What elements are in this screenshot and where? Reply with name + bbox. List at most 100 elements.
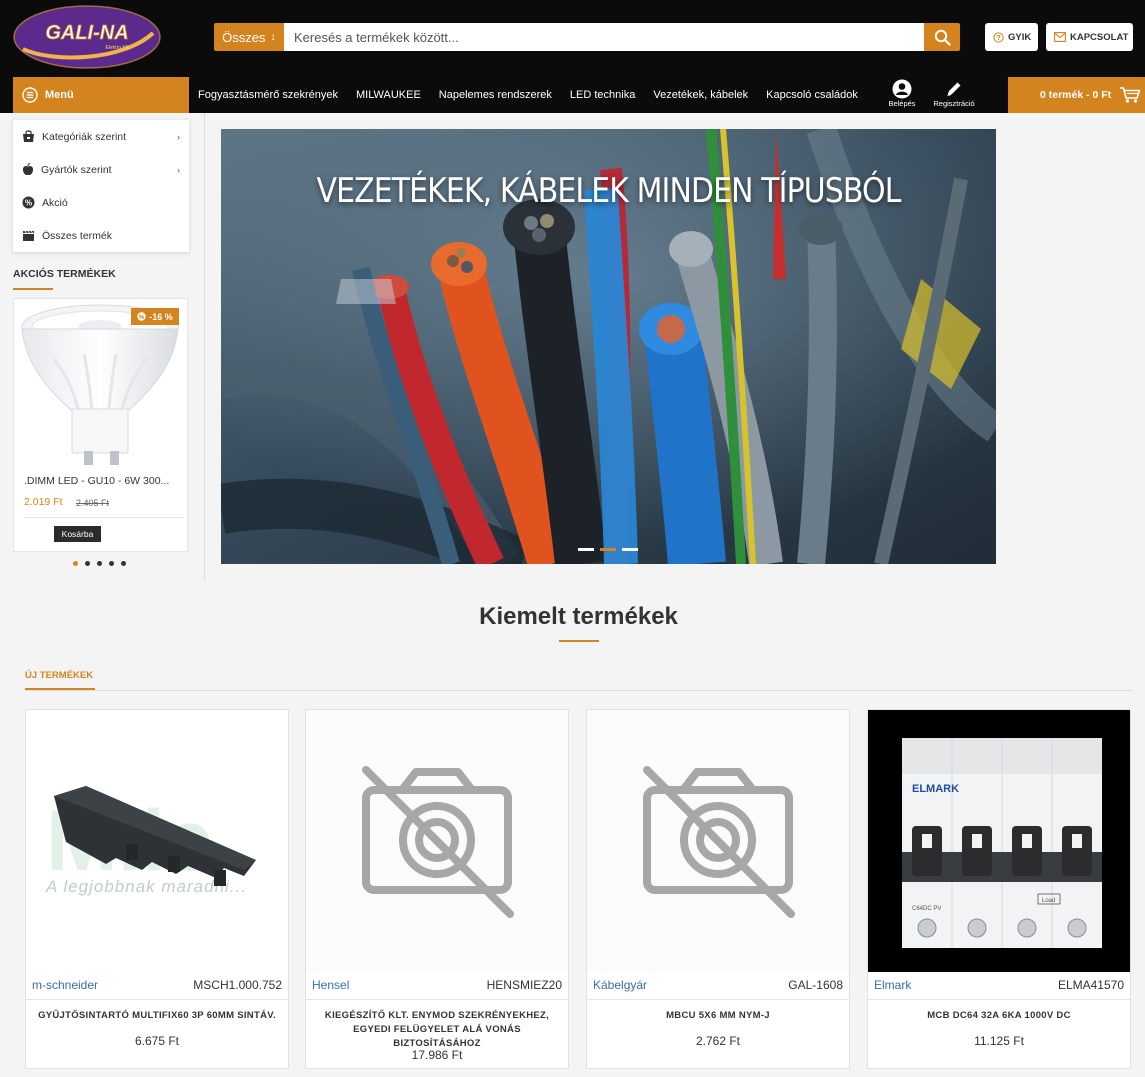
discount-label: -16 % (149, 311, 173, 322)
nav-link-solar[interactable]: Napelemes rendszerek (439, 89, 552, 101)
faq-button[interactable]: ? GYIK (985, 23, 1038, 51)
carousel-dot[interactable] (85, 561, 90, 566)
faq-label: GYIK (1008, 31, 1032, 43)
main-nav: Menü Fogyasztásmérő szekrények MILWAUKEE… (0, 77, 1145, 113)
product-brand[interactable]: Kábelgyár (593, 978, 647, 992)
menu-item-label: Akció (42, 196, 68, 209)
circuit-breaker-image: ELMARK C64DC PV Load (868, 710, 1130, 972)
product-name[interactable]: MBCU 5X6 MM NYM-J (593, 1009, 843, 1023)
carousel-dot[interactable] (109, 561, 114, 566)
search-icon (934, 29, 951, 46)
register-button[interactable]: Regisztráció (928, 79, 980, 113)
login-button[interactable]: Belépés (884, 79, 920, 113)
cart-label: 0 termék - 0 Ft (1040, 89, 1112, 101)
product-brand[interactable]: m-schneider (32, 978, 98, 992)
divider (587, 999, 849, 1000)
featured-title-underline (559, 640, 599, 642)
product-card[interactable]: Kábelgyár GAL-1608 MBCU 5X6 MM NYM-J 2.7… (586, 709, 850, 1069)
site-logo[interactable]: GALI-NA Elektro Kft (13, 3, 161, 69)
tab-new-products[interactable]: ÚJ TERMÉKEK (25, 670, 93, 681)
carousel-dot[interactable] (97, 561, 102, 566)
svg-text:?: ? (996, 35, 1000, 42)
menu-item-all-products[interactable]: Összes termék (13, 219, 189, 252)
sale-product-card[interactable]: % -16 % .DIMM LED - GU10 - 6W 300... 2.0… (13, 298, 188, 552)
menu-item-manufacturers[interactable]: Gyártók szerint › (13, 153, 189, 186)
sidebar-divider (204, 113, 205, 580)
pencil-icon (947, 82, 961, 96)
search-input[interactable] (284, 23, 924, 51)
sale-section-title: AKCIÓS TERMÉKEK (13, 268, 116, 280)
product-brand[interactable]: Elmark (874, 978, 911, 992)
sale-product-name[interactable]: .DIMM LED - GU10 - 6W 300... (24, 475, 184, 487)
product-image[interactable]: Mile A legjobbnak maradni... (26, 710, 288, 972)
menu-item-label: Kategóriák szerint (42, 130, 127, 143)
search-category-label: Összes (222, 29, 266, 45)
search-button[interactable] (924, 23, 960, 51)
divider (26, 999, 288, 1000)
chevron-right-icon: › (177, 164, 180, 175)
svg-text:ELMARK: ELMARK (912, 783, 959, 795)
add-to-cart-button[interactable]: Kosárba (54, 526, 101, 542)
product-name[interactable]: KIEGÉSZÍTŐ KLT. ENYMOD SZEKRÉNYEKHEZ, EG… (312, 1009, 562, 1051)
product-sku: HENSMIEZ20 (486, 978, 562, 992)
search-category-select[interactable]: Összes ↓ (214, 23, 284, 51)
product-price: 6.675 Ft (134, 1034, 180, 1048)
no-image-placeholder-icon (587, 710, 849, 972)
no-image-placeholder-icon (306, 710, 568, 972)
menu-item-sale[interactable]: % Akció (13, 186, 189, 219)
product-brand[interactable]: Hensel (312, 978, 349, 992)
product-name[interactable]: MCB DC64 32A 6KA 1000V DC (874, 1009, 1124, 1023)
nav-link-meter-cabinets[interactable]: Fogyasztásmérő szekrények (198, 89, 338, 101)
nav-link-cables[interactable]: Vezetékek, kábelek (653, 89, 748, 101)
nav-links: Fogyasztásmérő szekrények MILWAUKEE Nape… (198, 77, 858, 113)
hero-slide-indicators (578, 548, 638, 551)
carousel-dot[interactable] (73, 561, 78, 566)
envelope-icon (1054, 32, 1066, 42)
product-card[interactable]: Mile A legjobbnak maradni... m-schneider… (25, 709, 289, 1069)
percent-icon: % (22, 196, 35, 209)
discount-icon: % (137, 312, 146, 321)
product-image[interactable] (587, 710, 849, 972)
product-sku: ELMA41570 (1057, 978, 1124, 992)
contact-label: KAPCSOLAT (1070, 31, 1129, 43)
product-image[interactable]: ELMARK C64DC PV Load (868, 710, 1130, 972)
cart-button[interactable]: 0 termék - 0 Ft (1008, 77, 1145, 113)
menu-item-categories[interactable]: Kategóriák szerint › (13, 120, 189, 153)
busbar-holder-image: Mile A legjobbnak maradni... (26, 710, 288, 972)
product-card[interactable]: Hensel HENSMIEZ20 KIEGÉSZÍTŐ KLT. ENYMOD… (305, 709, 569, 1069)
question-circle-icon: ? (993, 31, 1004, 43)
tab-divider (25, 690, 1133, 691)
hero-slider[interactable]: VEZETÉKEK, KÁBELEK MINDEN TÍPUSBÓL (221, 129, 996, 564)
product-price: 2.762 Ft (695, 1034, 741, 1048)
shop-icon (23, 130, 34, 142)
slide-indicator[interactable] (600, 548, 616, 551)
svg-text:Elektro Kft: Elektro Kft (105, 45, 129, 51)
svg-text:C64DC PV: C64DC PV (912, 906, 941, 912)
nav-link-switches[interactable]: Kapcsoló családok (766, 89, 858, 101)
clapper-icon (23, 230, 34, 241)
menu-item-label: Összes termék (42, 229, 113, 242)
nav-link-led[interactable]: LED technika (570, 89, 635, 101)
menu-dropdown: Kategóriák szerint › Gyártók szerint › %… (13, 120, 189, 252)
product-price: 17.986 Ft (411, 1048, 463, 1062)
discount-badge: % -16 % (131, 308, 179, 325)
product-sku: GAL-1608 (788, 978, 843, 992)
contact-button[interactable]: KAPCSOLAT (1046, 23, 1133, 51)
product-name[interactable]: GYŰJTŐSINTARTÓ MULTIFIX60 3P 60MM SINTÁV… (32, 1009, 282, 1023)
product-sku: MSCH1.000.752 (193, 978, 282, 992)
product-price: 11.125 Ft (974, 1034, 1024, 1048)
cart-icon (1120, 87, 1141, 103)
divider (24, 517, 184, 518)
slide-indicator[interactable] (622, 548, 638, 551)
apple-icon (22, 163, 34, 176)
carousel-dot[interactable] (121, 561, 126, 566)
user-icon (892, 79, 912, 99)
slide-indicator[interactable] (578, 548, 594, 551)
svg-text:%: % (139, 315, 145, 321)
product-image[interactable] (306, 710, 568, 972)
menu-button[interactable]: Menü (13, 77, 189, 113)
nav-link-milwaukee[interactable]: MILWAUKEE (356, 89, 421, 101)
top-header: GALI-NA Elektro Kft Összes ↓ ? GYIK KAPC… (0, 0, 1145, 77)
menu-item-label: Gyártók szerint (41, 163, 112, 176)
product-card[interactable]: ELMARK C64DC PV Load Elmark ELMA41570 MC… (867, 709, 1131, 1069)
